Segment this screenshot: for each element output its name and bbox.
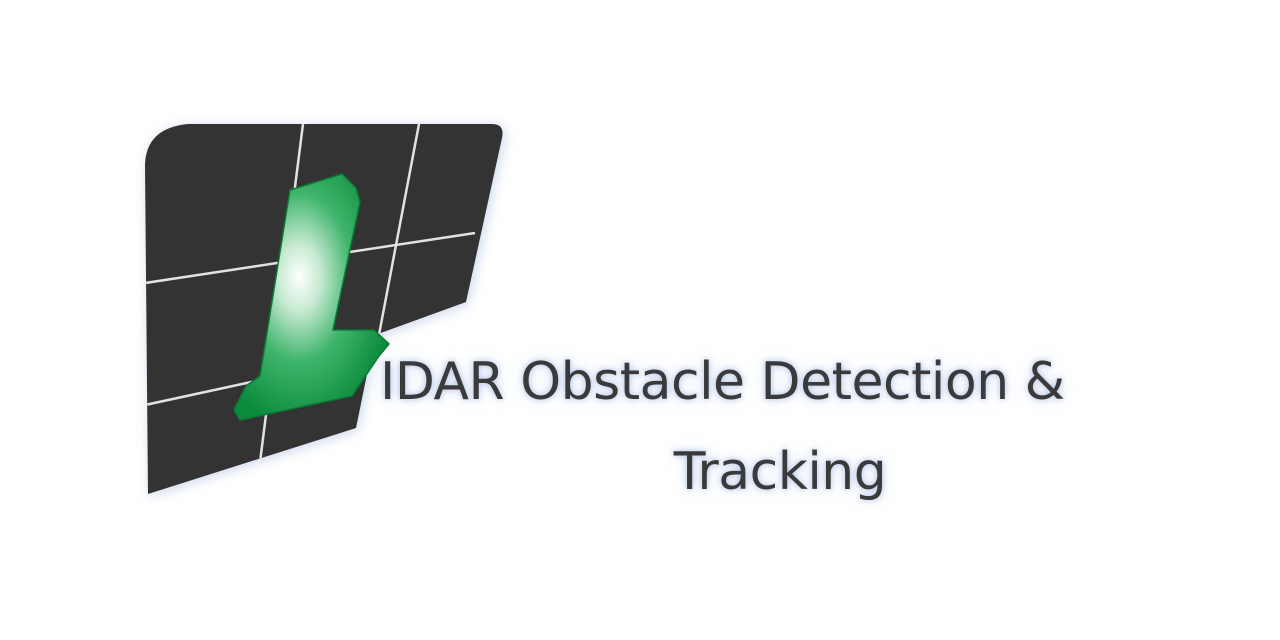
lidar-grid-logo-icon xyxy=(145,124,505,496)
title-line-1: IDAR Obstacle Detection & xyxy=(380,352,1065,412)
title-line-2: Tracking xyxy=(673,442,887,502)
